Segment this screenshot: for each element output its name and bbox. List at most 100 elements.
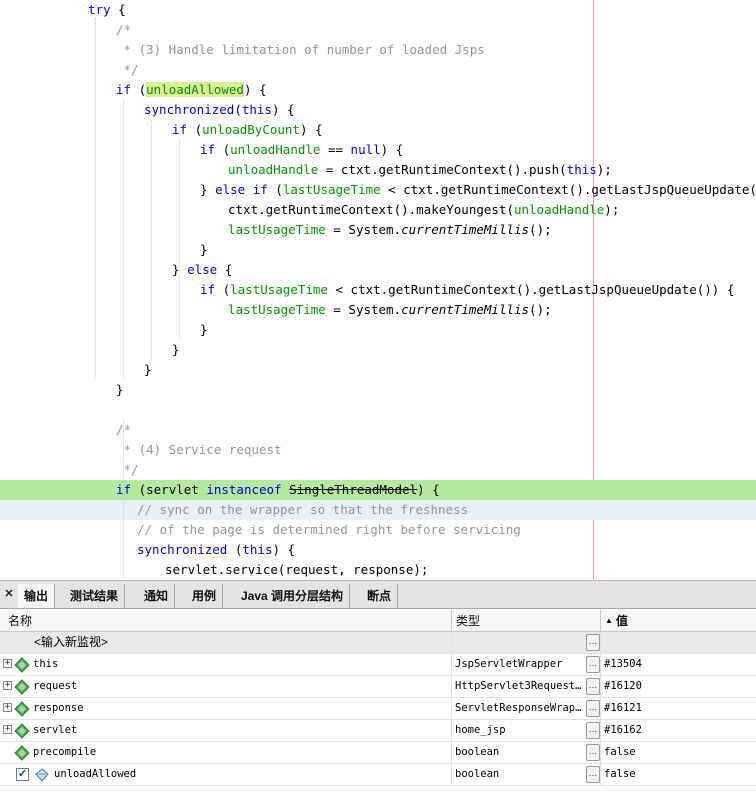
- code-token: (: [131, 82, 147, 97]
- code-line[interactable]: if (unloadHandle == null) {: [0, 140, 756, 160]
- edit-value-button[interactable]: …: [586, 722, 600, 739]
- code-line[interactable]: // sync on the wrapper so that the fresh…: [0, 500, 756, 520]
- column-type-header[interactable]: 类型: [456, 610, 480, 632]
- code-token: }: [200, 322, 208, 337]
- code-token: * (3) Handle limitation of number of loa…: [116, 42, 485, 57]
- watch-enabled-checkbox[interactable]: ✓: [16, 768, 29, 781]
- edit-value-button[interactable]: …: [586, 700, 600, 717]
- variable-value[interactable]: #16120: [604, 676, 754, 697]
- code-line[interactable]: servlet.service(request, response);: [0, 560, 756, 580]
- code-token: );: [604, 202, 620, 217]
- code-line[interactable]: }: [0, 360, 756, 380]
- column-divider: [451, 632, 452, 654]
- new-watch-label[interactable]: <输入新监视>: [34, 632, 449, 653]
- code-line[interactable]: // of the page is determined right befor…: [0, 520, 756, 540]
- code-editor[interactable]: try {/* * (3) Handle limitation of numbe…: [0, 0, 756, 580]
- code-token: synchronized: [137, 542, 228, 557]
- code-line[interactable]: }: [0, 320, 756, 340]
- expand-icon[interactable]: +: [3, 725, 12, 734]
- code-token: }: [144, 362, 152, 377]
- watch-row[interactable]: + response ServletResponseWrap… … #16121: [0, 698, 756, 720]
- variable-name: this: [33, 658, 59, 670]
- variable-value[interactable]: false: [604, 764, 754, 785]
- code-line[interactable]: lastUsageTime = System.currentTimeMillis…: [0, 220, 756, 240]
- expand-icon[interactable]: +: [3, 659, 12, 668]
- edit-value-button[interactable]: …: [586, 744, 600, 761]
- column-divider: [600, 676, 601, 698]
- column-divider: [451, 742, 452, 764]
- code-token: ) {: [271, 102, 295, 117]
- indent-guide: [179, 140, 180, 340]
- watch-row[interactable]: + request HttpServlet3Request… … #16120: [0, 676, 756, 698]
- column-divider: [451, 610, 452, 632]
- code-line[interactable]: /*: [0, 420, 756, 440]
- variable-type: JspServletWrapper: [455, 658, 563, 670]
- variable-type: boolean: [455, 746, 500, 758]
- field-icon: [14, 701, 30, 717]
- code-line[interactable]: synchronized (this) {: [0, 540, 756, 560]
- code-line[interactable]: try {: [0, 0, 756, 20]
- code-token: lastUsageTime: [230, 282, 328, 297]
- code-line[interactable]: if (unloadAllowed) {: [0, 80, 756, 100]
- code-token: if: [200, 282, 216, 297]
- code-line[interactable]: /*: [0, 20, 756, 40]
- edit-value-button[interactable]: …: [586, 766, 600, 783]
- code-token: if: [116, 82, 132, 97]
- code-line[interactable]: if (servlet instanceof SingleThreadModel…: [0, 480, 756, 500]
- column-value-header[interactable]: 值: [616, 610, 628, 632]
- code-line[interactable]: ctxt.getRuntimeContext().makeYoungest(un…: [0, 200, 756, 220]
- code-token: ) {: [243, 82, 267, 97]
- code-line[interactable]: * (4) Service request: [0, 440, 756, 460]
- watch-row[interactable]: precompile boolean … false: [0, 742, 756, 764]
- field-icon: [14, 745, 30, 761]
- code-token: unloadByCount: [202, 122, 300, 137]
- watch-table-header: 名称 类型 ▲ 值: [0, 610, 756, 632]
- watch-row[interactable]: + servlet home_jsp … #16162: [0, 720, 756, 742]
- code-line[interactable]: if (lastUsageTime < ctxt.getRuntimeConte…: [0, 280, 756, 300]
- code-line[interactable]: } else if (lastUsageTime < ctxt.getRunti…: [0, 180, 756, 200]
- code-line[interactable]: }: [0, 380, 756, 400]
- close-icon[interactable]: ✕: [2, 587, 16, 601]
- code-line[interactable]: [0, 400, 756, 420]
- code-line[interactable]: }: [0, 240, 756, 260]
- tab-breakpoints[interactable]: 断点: [361, 584, 399, 608]
- code-token: (: [267, 182, 283, 197]
- expand-icon[interactable]: +: [3, 703, 12, 712]
- code-line[interactable]: */: [0, 460, 756, 480]
- edit-value-button[interactable]: …: [586, 634, 600, 651]
- column-name-header[interactable]: 名称: [8, 610, 32, 632]
- variable-value[interactable]: #16162: [604, 720, 754, 741]
- code-line[interactable]: synchronized(this) {: [0, 100, 756, 120]
- variable-type: HttpServlet3Request…: [455, 680, 582, 692]
- tab-test-results[interactable]: 测试结果: [64, 584, 126, 608]
- code-line[interactable]: * (3) Handle limitation of number of loa…: [0, 40, 756, 60]
- new-watch-row[interactable]: <输入新监视> …: [0, 632, 756, 654]
- tab-notifications[interactable]: 通知: [138, 584, 176, 608]
- variable-value[interactable]: false: [604, 742, 754, 763]
- code-line[interactable]: */: [0, 60, 756, 80]
- code-token: ==: [320, 142, 351, 157]
- code-token: ) {: [380, 142, 404, 157]
- edit-value-button[interactable]: …: [586, 656, 600, 673]
- variable-value[interactable]: #13504: [604, 654, 754, 675]
- code-token: = System.: [325, 222, 402, 237]
- code-token: < ctxt.getRuntimeContext().getLastJspQue…: [380, 182, 756, 197]
- code-line[interactable]: } else {: [0, 260, 756, 280]
- code-token: synchronized: [144, 102, 235, 117]
- code-line[interactable]: lastUsageTime = System.currentTimeMillis…: [0, 300, 756, 320]
- code-line[interactable]: }: [0, 340, 756, 360]
- variable-value[interactable]: #16121: [604, 698, 754, 719]
- watch-row[interactable]: + this JspServletWrapper … #13504: [0, 654, 756, 676]
- tab-output[interactable]: 输出: [18, 584, 56, 608]
- edit-value-button[interactable]: …: [586, 678, 600, 695]
- column-divider: [451, 654, 452, 676]
- code-token: unloadHandle: [228, 162, 319, 177]
- code-line[interactable]: if (unloadByCount) {: [0, 120, 756, 140]
- code-line[interactable]: unloadHandle = ctxt.getRuntimeContext().…: [0, 160, 756, 180]
- expand-icon[interactable]: +: [3, 681, 12, 690]
- tab-call-hierarchy[interactable]: Java 调用分层结构: [235, 584, 351, 608]
- watch-row[interactable]: ✓ unloadAllowed boolean … false: [0, 764, 756, 786]
- tab-use-cases[interactable]: 用例: [186, 584, 224, 608]
- code-token: (: [215, 142, 231, 157]
